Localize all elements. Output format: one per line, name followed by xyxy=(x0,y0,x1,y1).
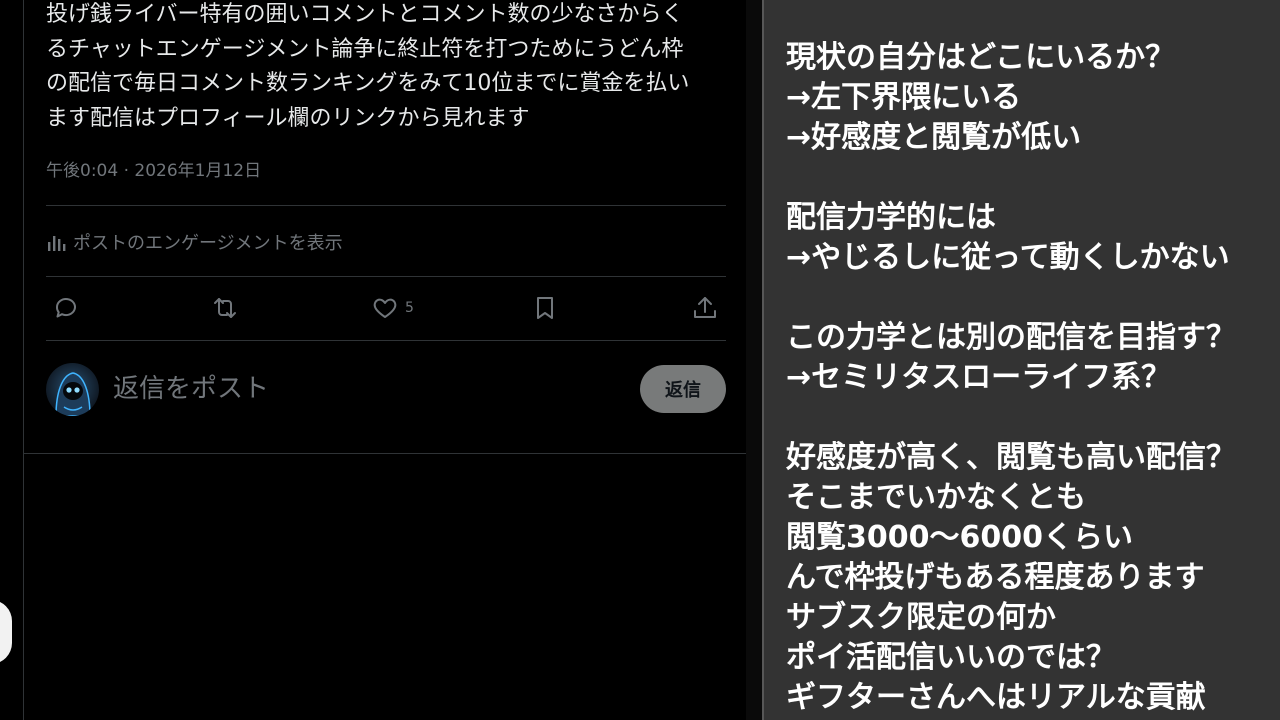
speech-bubble-icon xyxy=(56,298,76,318)
like-action-button[interactable]: 5 xyxy=(371,293,414,323)
screen: 投げ銭ライバー特有の囲いコメントとコメント数の少なさからく るチャットエンゲージ… xyxy=(0,0,1280,720)
note-line: ギフターさんへはリアルな貢献 xyxy=(786,680,1206,715)
divider xyxy=(46,276,726,277)
note-line: →セミリタスローライフ系？ xyxy=(786,360,1172,395)
post-text: 投げ銭ライバー特有の囲いコメントとコメント数の少なさからく るチャットエンゲージ… xyxy=(46,2,690,131)
note-line: →左下界隈にいる xyxy=(786,80,1022,115)
note-line: →やじるしに従って動くしかない xyxy=(786,240,1230,275)
post-timestamp[interactable]: 午後0:04 · 2026年1月12日 xyxy=(46,160,261,182)
note-blank-line xyxy=(786,158,1236,198)
note-line: →好感度と閲覧が低い xyxy=(786,120,1082,155)
repost-action-button[interactable] xyxy=(211,293,239,323)
reply-input[interactable]: 返信をポスト xyxy=(113,373,269,405)
repost-icon xyxy=(214,298,236,318)
engagement-label: ポストのエンゲージメントを表示 xyxy=(73,233,343,254)
notes-text: 現状の自分はどこにいるか？ →左下界隈にいる →好感度と閲覧が低い 配信力学的には →や… xyxy=(786,38,1236,718)
share-action-button[interactable] xyxy=(691,293,719,323)
divider xyxy=(46,340,726,341)
floating-edge-button[interactable] xyxy=(0,600,12,664)
bookmark-icon xyxy=(537,297,553,319)
reply-submit-button[interactable]: 返信 xyxy=(640,365,726,413)
reply-composer: 返信をポスト 返信 xyxy=(46,363,726,417)
note-line: 現状の自分はどこにいるか？ xyxy=(786,40,1176,75)
bar-chart-icon xyxy=(48,236,66,251)
view-engagement-link[interactable]: ポストのエンゲージメントを表示 xyxy=(46,229,343,255)
like-count: 5 xyxy=(405,300,414,316)
hooded-figure-avatar[interactable] xyxy=(46,363,99,416)
divider xyxy=(24,453,746,454)
avatar-image xyxy=(46,363,99,416)
note-line: サブスク限定の何か xyxy=(786,600,1056,635)
note-line: そこまでいかなくとも xyxy=(786,480,1086,515)
share-icon xyxy=(694,297,716,318)
panel-gap xyxy=(746,0,762,720)
note-line: んで枠投げもある程度あります xyxy=(786,560,1205,595)
heart-icon xyxy=(373,298,397,318)
notes-overlay-panel: 現状の自分はどこにいるか？ →左下界隈にいる →好感度と閲覧が低い 配信力学的には →や… xyxy=(762,0,1280,720)
note-line: 配信力学的には xyxy=(786,200,996,235)
note-line: この力学とは別の配信を目指す？ xyxy=(786,320,1236,355)
post-detail-column: 投げ銭ライバー特有の囲いコメントとコメント数の少なさからく るチャットエンゲージ… xyxy=(23,0,747,720)
note-line: 閲覧3000～6000くらい xyxy=(786,520,1133,555)
note-line: 好感度が高く、閲覧も高い配信？ xyxy=(786,440,1236,475)
reply-action-button[interactable] xyxy=(52,293,80,323)
bookmark-action-button[interactable] xyxy=(531,293,559,323)
note-line: ポイ活配信いいのでは？ xyxy=(786,640,1116,675)
divider xyxy=(46,205,726,206)
note-blank-line xyxy=(786,398,1236,438)
note-blank-line xyxy=(786,278,1236,318)
